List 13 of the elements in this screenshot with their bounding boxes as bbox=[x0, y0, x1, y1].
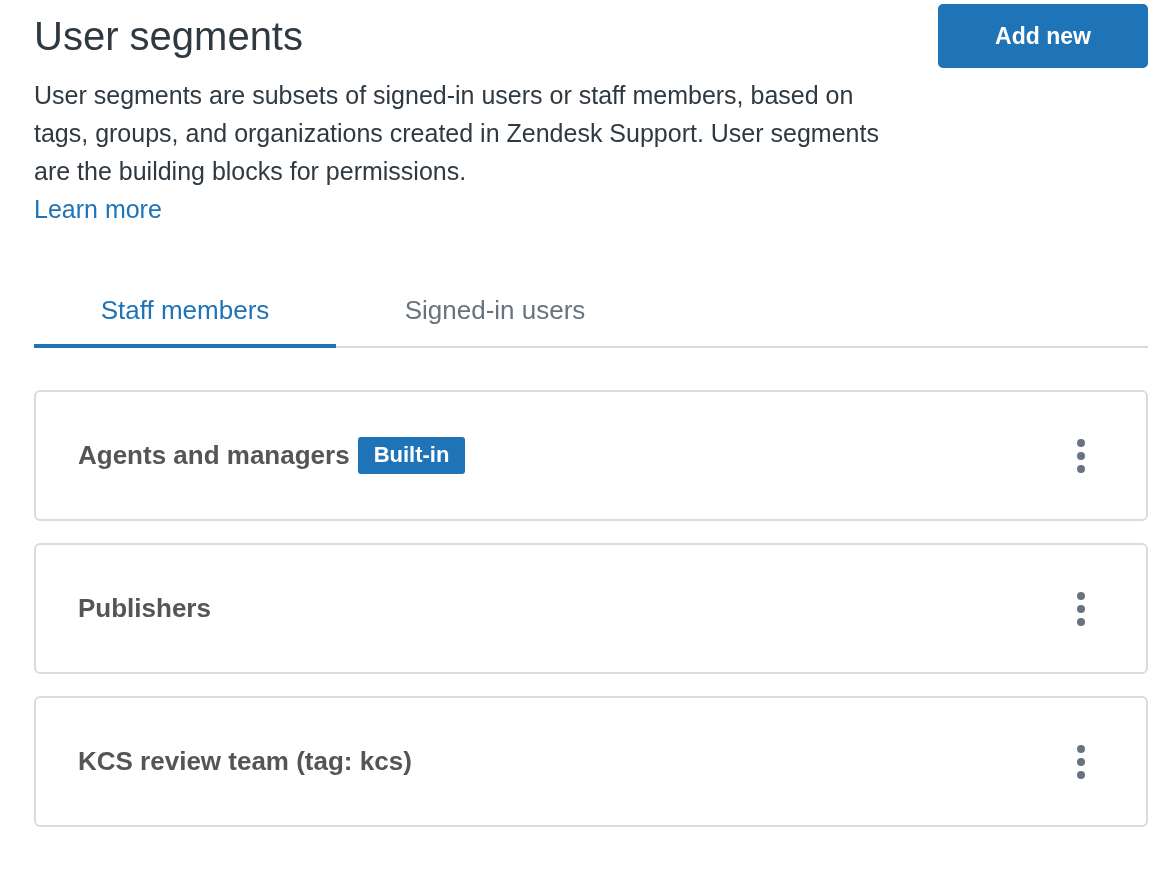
segment-name: KCS review team (tag: kcs) bbox=[78, 746, 412, 777]
description-text: User segments are subsets of signed-in users or staff members, based on tags, groups, and organizations created in Zendesk Support. User segments are the building blocks for permissions. bbox=[34, 80, 880, 187]
add-new-button[interactable]: Add new bbox=[938, 4, 1148, 68]
more-vertical-icon bbox=[1076, 744, 1086, 779]
page-title: User segments bbox=[34, 14, 303, 59]
tab[interactable]: Staff members bbox=[34, 284, 336, 348]
segment-name: Publishers bbox=[78, 593, 211, 624]
more-vertical-icon bbox=[1076, 591, 1086, 626]
segment-name: Agents and managers bbox=[78, 440, 350, 471]
tab[interactable]: Signed-in users bbox=[336, 284, 654, 348]
more-vertical-icon bbox=[1076, 438, 1086, 473]
learn-more-link[interactable]: Learn more bbox=[34, 190, 162, 228]
built-in-badge: Built-in bbox=[357, 437, 466, 474]
